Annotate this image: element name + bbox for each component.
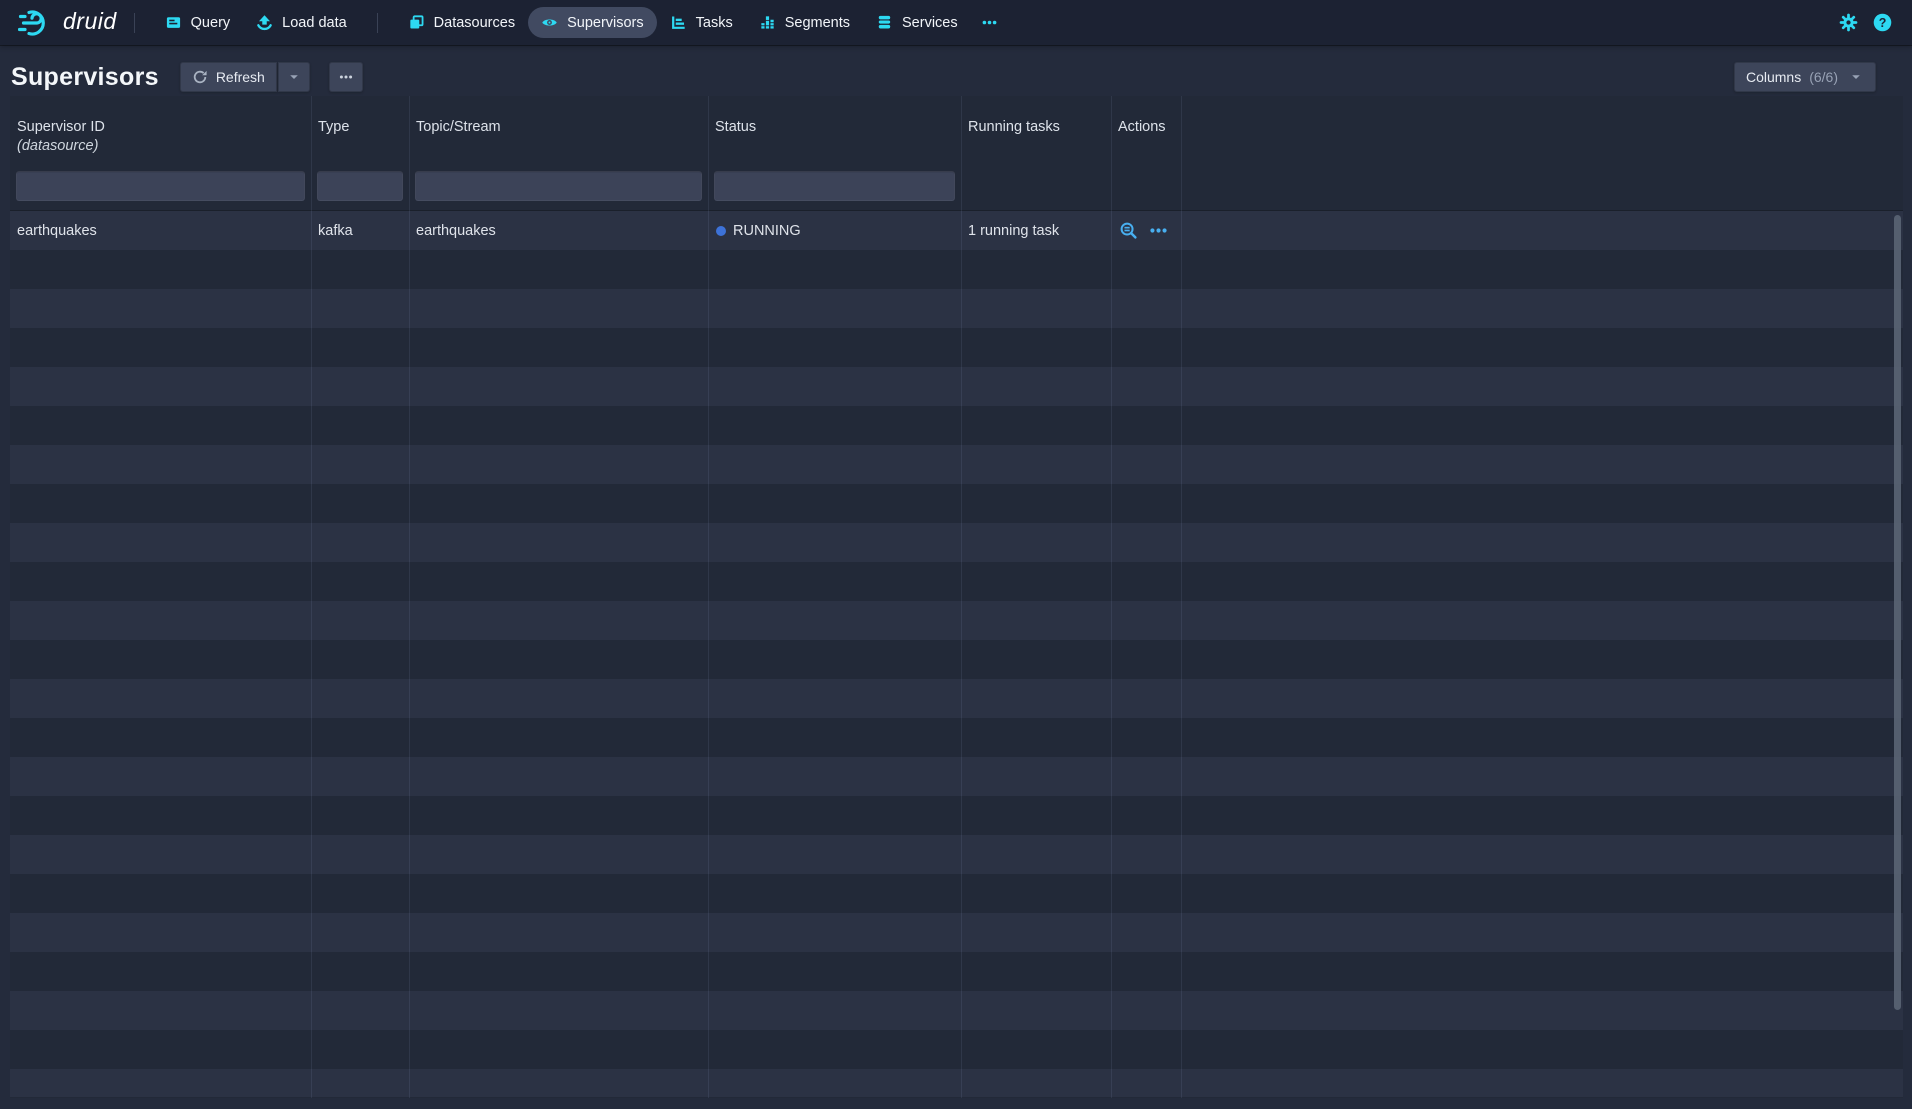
caret-down-icon: [286, 69, 302, 85]
filter-input-supervisor-id[interactable]: [16, 171, 305, 201]
nav-item-supervisors[interactable]: Supervisors: [528, 7, 657, 38]
load-data-icon: [256, 14, 273, 31]
column-header-actions: Actions: [1111, 96, 1181, 165]
table-row-empty: [10, 991, 1903, 1030]
cell-status[interactable]: RUNNING: [708, 223, 961, 239]
table-row-empty: [10, 250, 1903, 289]
nav-more-icon: [981, 14, 998, 31]
table-row-empty: [10, 679, 1903, 718]
columns-count: (6/6): [1809, 69, 1838, 85]
page-title: Supervisors: [11, 63, 159, 92]
columns-label: Columns: [1746, 69, 1801, 85]
tasks-icon: [670, 14, 687, 31]
cell-actions: [1111, 221, 1181, 240]
nav-item-datasources[interactable]: Datasources: [395, 7, 528, 38]
column-header-supervisor-id[interactable]: Supervisor ID (datasource): [10, 96, 311, 165]
columns-dropdown-button[interactable]: Columns (6/6): [1734, 62, 1876, 92]
vertical-scrollbar-thumb[interactable]: [1894, 215, 1901, 1010]
cell-type[interactable]: kafka: [311, 223, 409, 239]
refresh-button-group: Refresh: [180, 62, 310, 92]
table-row-empty: [10, 796, 1903, 835]
nav-item-query[interactable]: Query: [152, 7, 244, 38]
table-row-empty: [10, 835, 1903, 874]
navbar: druid Query Load data Datasources: [0, 0, 1912, 45]
cell-topic-stream[interactable]: earthquakes: [409, 223, 708, 239]
column-header-type[interactable]: Type: [311, 96, 409, 165]
table-row-empty: [10, 601, 1903, 640]
supervisors-table: Supervisor ID (datasource) Type Topic/St…: [10, 96, 1903, 1098]
table-row-empty: [10, 640, 1903, 679]
status-running-dot: [716, 226, 726, 236]
column-header-filler: [1181, 96, 1903, 165]
table-row-empty: [10, 523, 1903, 562]
column-header-running-tasks[interactable]: Running tasks: [961, 96, 1111, 165]
query-icon: [165, 14, 182, 31]
column-header-topic-stream[interactable]: Topic/Stream: [409, 96, 708, 165]
nav-item-tasks[interactable]: Tasks: [657, 7, 746, 38]
table-row-empty: [10, 1069, 1903, 1097]
table-header-row: Supervisor ID (datasource) Type Topic/St…: [10, 96, 1903, 165]
refresh-dropdown-button[interactable]: [278, 62, 310, 92]
filter-input-type[interactable]: [317, 171, 403, 201]
nav-item-segments[interactable]: Segments: [746, 7, 863, 38]
supervisors-eye-icon: [541, 14, 558, 31]
table-row-empty: [10, 952, 1903, 991]
segments-icon: [759, 14, 776, 31]
help-icon[interactable]: ?: [1872, 13, 1892, 33]
druid-logo-text: druid: [63, 10, 117, 36]
services-icon: [876, 14, 893, 31]
nav-item-more[interactable]: [971, 7, 1008, 38]
view-details-magnifier-icon[interactable]: [1119, 221, 1138, 240]
table-row-empty: [10, 484, 1903, 523]
cell-supervisor-id[interactable]: earthquakes: [10, 223, 311, 239]
nav-item-load-data[interactable]: Load data: [243, 7, 360, 38]
filter-input-status[interactable]: [714, 171, 955, 201]
table-row-empty: [10, 562, 1903, 601]
druid-logo-icon: [18, 7, 54, 39]
navbar-divider: [134, 13, 135, 33]
refresh-icon: [192, 69, 208, 85]
table-row-empty: [10, 367, 1903, 406]
table-row-empty: [10, 1030, 1903, 1069]
table-row-empty: [10, 913, 1903, 952]
cell-running-tasks[interactable]: 1 running task: [961, 223, 1111, 239]
table-row-empty: [10, 874, 1903, 913]
table-row-empty: [10, 289, 1903, 328]
table-filter-row: [10, 165, 1903, 211]
table-row-empty: [10, 757, 1903, 796]
more-ellipsis-icon: [338, 69, 354, 85]
table-body: earthquakes kafka earthquakes RUNNING 1 …: [10, 211, 1903, 1097]
navbar-divider: [377, 13, 378, 33]
table-row-empty: [10, 406, 1903, 445]
druid-logo[interactable]: druid: [18, 7, 117, 39]
navbar-items: Query Load data Datasources Supervisors: [152, 0, 1008, 45]
table-row-empty: [10, 328, 1903, 367]
table-row-empty: [10, 718, 1903, 757]
table-row-earthquakes: earthquakes kafka earthquakes RUNNING 1 …: [10, 211, 1903, 250]
nav-item-services[interactable]: Services: [863, 7, 971, 38]
table-row-empty: [10, 445, 1903, 484]
column-subheader-datasource: (datasource): [17, 137, 303, 156]
filter-input-topic-stream[interactable]: [415, 171, 702, 201]
settings-gear-icon[interactable]: [1838, 13, 1858, 33]
title-more-button[interactable]: [329, 62, 363, 92]
column-header-status[interactable]: Status: [708, 96, 961, 165]
caret-down-icon: [1848, 69, 1864, 85]
navbar-right: ?: [1838, 13, 1892, 33]
svg-text:?: ?: [1878, 16, 1886, 30]
datasources-icon: [408, 14, 425, 31]
row-more-actions-icon[interactable]: [1149, 221, 1168, 240]
refresh-button[interactable]: Refresh: [180, 62, 277, 92]
